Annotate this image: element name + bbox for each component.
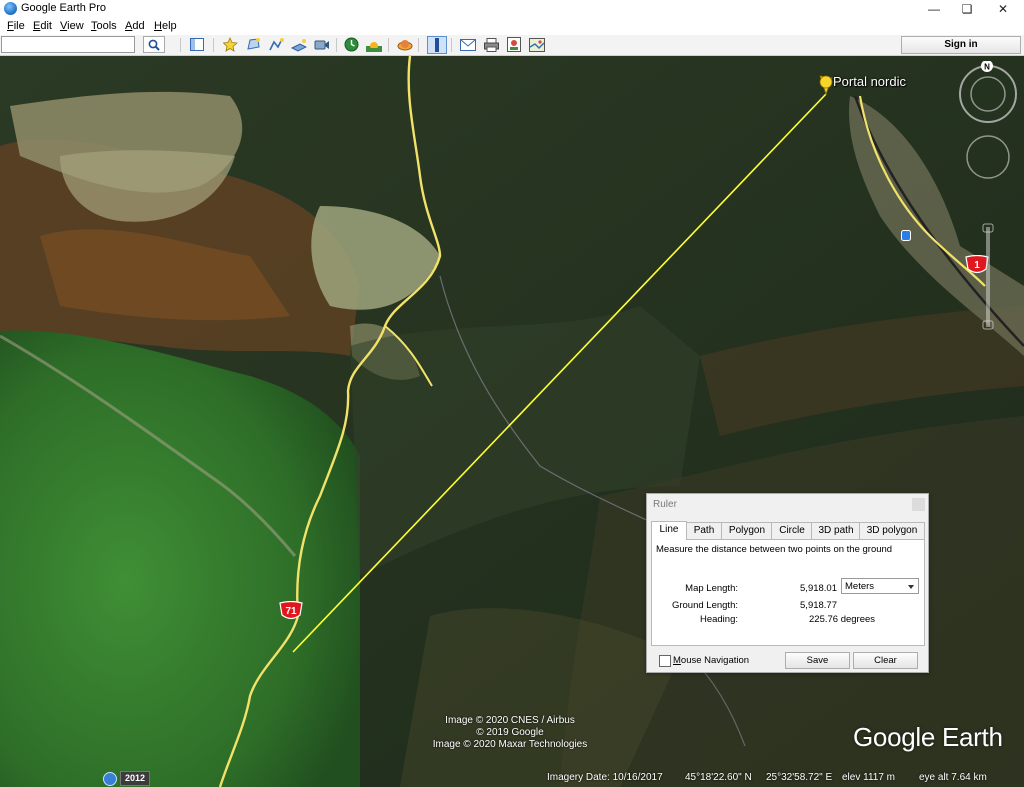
add-path-icon[interactable] bbox=[267, 36, 285, 53]
menu-edit[interactable]: Edit bbox=[33, 20, 52, 32]
mouse-navigation-checkbox[interactable] bbox=[659, 655, 671, 667]
tab-circle[interactable]: Circle bbox=[771, 522, 813, 539]
toolbar-separator bbox=[418, 38, 419, 52]
ruler-dialog: Ruler Line Path Polygon Circle 3D path 3… bbox=[646, 493, 929, 673]
toolbar-separator bbox=[451, 38, 452, 52]
unit-select[interactable]: Meters bbox=[841, 578, 919, 594]
window-title: Google Earth Pro bbox=[21, 2, 106, 14]
map-view[interactable]: Portal nordic 1 71 N Image © 2020 CNES /… bbox=[0, 56, 1024, 787]
tab-path[interactable]: Path bbox=[685, 522, 723, 539]
search-input[interactable] bbox=[1, 36, 135, 53]
add-placemark-icon[interactable] bbox=[221, 36, 239, 53]
ruler-description: Measure the distance between two points … bbox=[656, 544, 893, 555]
minimize-icon[interactable]: — bbox=[918, 0, 950, 18]
sign-in-button[interactable]: Sign in bbox=[901, 36, 1021, 54]
year-badge[interactable]: 2012 bbox=[120, 771, 150, 786]
placemark-label[interactable]: Portal nordic bbox=[833, 74, 906, 89]
ruler-tabs: Line Path Polygon Circle 3D path 3D poly… bbox=[651, 521, 925, 540]
title-bar: Google Earth Pro — ❏ ✕ bbox=[0, 0, 1024, 18]
map-length-value: 5,918.01 bbox=[800, 583, 837, 594]
save-image-icon[interactable] bbox=[505, 36, 523, 53]
google-earth-logo: Google Earth bbox=[853, 722, 1003, 752]
heading-label: Heading: bbox=[699, 614, 738, 625]
close-icon[interactable] bbox=[912, 498, 925, 511]
tab-3d-path[interactable]: 3D path bbox=[811, 522, 861, 539]
print-icon[interactable] bbox=[482, 36, 500, 53]
longitude-readout: 25°32'58.72" E bbox=[766, 772, 833, 783]
menu-view[interactable]: View bbox=[60, 20, 84, 32]
eye-altitude-readout: eye alt 7.64 km bbox=[919, 772, 987, 783]
tab-3d-polygon[interactable]: 3D polygon bbox=[859, 522, 925, 539]
historical-imagery-icon[interactable] bbox=[342, 36, 360, 53]
toolbar-separator bbox=[213, 38, 214, 52]
view-in-maps-icon[interactable] bbox=[528, 36, 546, 53]
ruler-dialog-title: Ruler bbox=[653, 499, 677, 510]
road-shield: 71 bbox=[279, 600, 303, 624]
google-earth-app-icon bbox=[4, 2, 17, 15]
ruler-icon[interactable] bbox=[427, 36, 447, 54]
chevron-down-icon bbox=[908, 585, 914, 589]
imagery-date: Imagery Date: 10/16/2017 bbox=[547, 772, 663, 783]
menu-file[interactable]: File bbox=[7, 20, 25, 32]
toolbar: Sign in bbox=[0, 35, 1024, 56]
switch-planets-icon[interactable] bbox=[396, 36, 414, 53]
toolbar-separator bbox=[180, 38, 181, 52]
toolbar-separator bbox=[388, 38, 389, 52]
sunlight-icon[interactable] bbox=[365, 36, 383, 53]
ruler-line-panel: Measure the distance between two points … bbox=[651, 539, 925, 646]
heading-value: 225.76 degrees bbox=[809, 614, 876, 625]
elevation-readout: elev 1117 m bbox=[842, 772, 895, 783]
close-icon[interactable]: ✕ bbox=[987, 0, 1019, 18]
historical-imagery-clock-icon[interactable] bbox=[103, 772, 117, 786]
add-polygon-icon[interactable] bbox=[244, 36, 262, 53]
tab-polygon[interactable]: Polygon bbox=[721, 522, 773, 539]
menu-help[interactable]: Help bbox=[154, 20, 177, 32]
menu-tools[interactable]: Tools bbox=[91, 20, 117, 32]
tab-line[interactable]: Line bbox=[651, 521, 687, 540]
menu-bar: File Edit View Tools Add Help bbox=[0, 18, 1024, 35]
map-length-label: Map Length: bbox=[685, 583, 738, 594]
record-tour-icon[interactable] bbox=[313, 36, 331, 53]
svg-text:71: 71 bbox=[285, 606, 297, 617]
restore-icon[interactable]: ❏ bbox=[951, 0, 983, 18]
add-image-overlay-icon[interactable] bbox=[290, 36, 308, 53]
bus-stop-icon bbox=[901, 230, 911, 244]
ground-length-label: Ground Length: bbox=[671, 600, 738, 611]
toolbar-separator bbox=[336, 38, 337, 52]
sidebar-toggle-icon[interactable] bbox=[188, 36, 206, 53]
navigation-controls: N bbox=[955, 60, 1019, 341]
search-icon[interactable] bbox=[143, 36, 165, 53]
menu-add[interactable]: Add bbox=[125, 20, 145, 32]
imagery-attribution: Image © 2020 CNES / Airbus © 2019 Google… bbox=[432, 715, 588, 750]
move-joystick[interactable] bbox=[966, 135, 1010, 179]
satellite-imagery bbox=[0, 56, 1024, 787]
ground-length-value: 5,918.77 bbox=[800, 600, 837, 611]
status-bar: 2012 Imagery Date: 10/16/2017 45°18'22.6… bbox=[0, 769, 1024, 787]
clear-button[interactable]: Clear bbox=[853, 652, 918, 669]
latitude-readout: 45°18'22.60" N bbox=[685, 772, 752, 783]
look-joystick[interactable] bbox=[959, 65, 1017, 123]
compass-north: N bbox=[984, 63, 990, 72]
save-button[interactable]: Save bbox=[785, 652, 850, 669]
email-icon[interactable] bbox=[459, 36, 477, 53]
mouse-navigation-label[interactable]: Mouse Navigation bbox=[673, 655, 749, 666]
